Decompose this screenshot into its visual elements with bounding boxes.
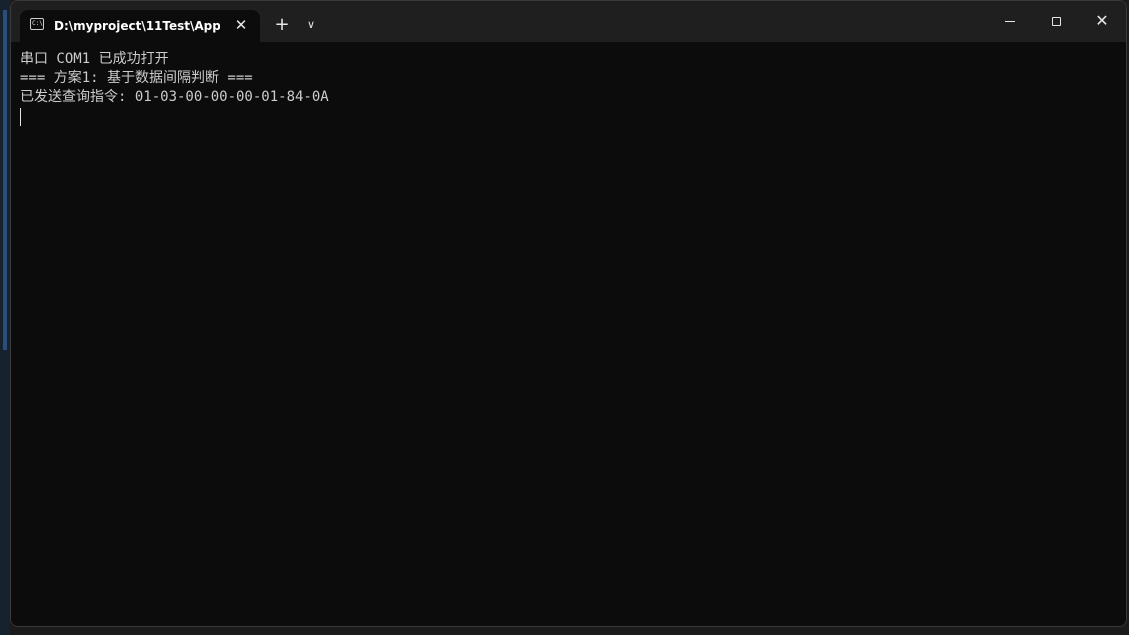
terminal-window: C:\ D:\myproject\11Test\AppFlexSerial ✕ … bbox=[10, 0, 1127, 627]
terminal-output[interactable]: 串口 COM1 已成功打开 === 方案1: 基于数据间隔判断 === 已发送查… bbox=[11, 42, 1126, 626]
tab-title: D:\myproject\11Test\AppFlexSerial bbox=[54, 19, 220, 33]
chevron-down-icon[interactable]: ∨ bbox=[299, 12, 323, 38]
maximize-button[interactable] bbox=[1033, 1, 1079, 41]
maximize-icon bbox=[1051, 16, 1061, 26]
tab-active[interactable]: C:\ D:\myproject\11Test\AppFlexSerial ✕ bbox=[20, 10, 260, 42]
text-cursor bbox=[20, 108, 21, 126]
minimize-icon bbox=[1005, 20, 1015, 22]
terminal-line: === 方案1: 基于数据间隔判断 === bbox=[20, 70, 253, 86]
title-bar[interactable]: C:\ D:\myproject\11Test\AppFlexSerial ✕ … bbox=[11, 1, 1126, 42]
close-window-button[interactable]: ✕ bbox=[1079, 1, 1125, 41]
new-tab-button[interactable]: + bbox=[269, 12, 295, 38]
desktop-background bbox=[0, 0, 10, 635]
tab-close-icon[interactable]: ✕ bbox=[230, 14, 252, 36]
terminal-line: 已发送查询指令: 01-03-00-00-00-01-84-0A bbox=[20, 89, 329, 105]
terminal-line: 串口 COM1 已成功打开 bbox=[20, 51, 169, 67]
desktop-accent bbox=[3, 10, 7, 350]
minimize-button[interactable] bbox=[987, 1, 1033, 41]
terminal-icon: C:\ bbox=[30, 18, 44, 30]
